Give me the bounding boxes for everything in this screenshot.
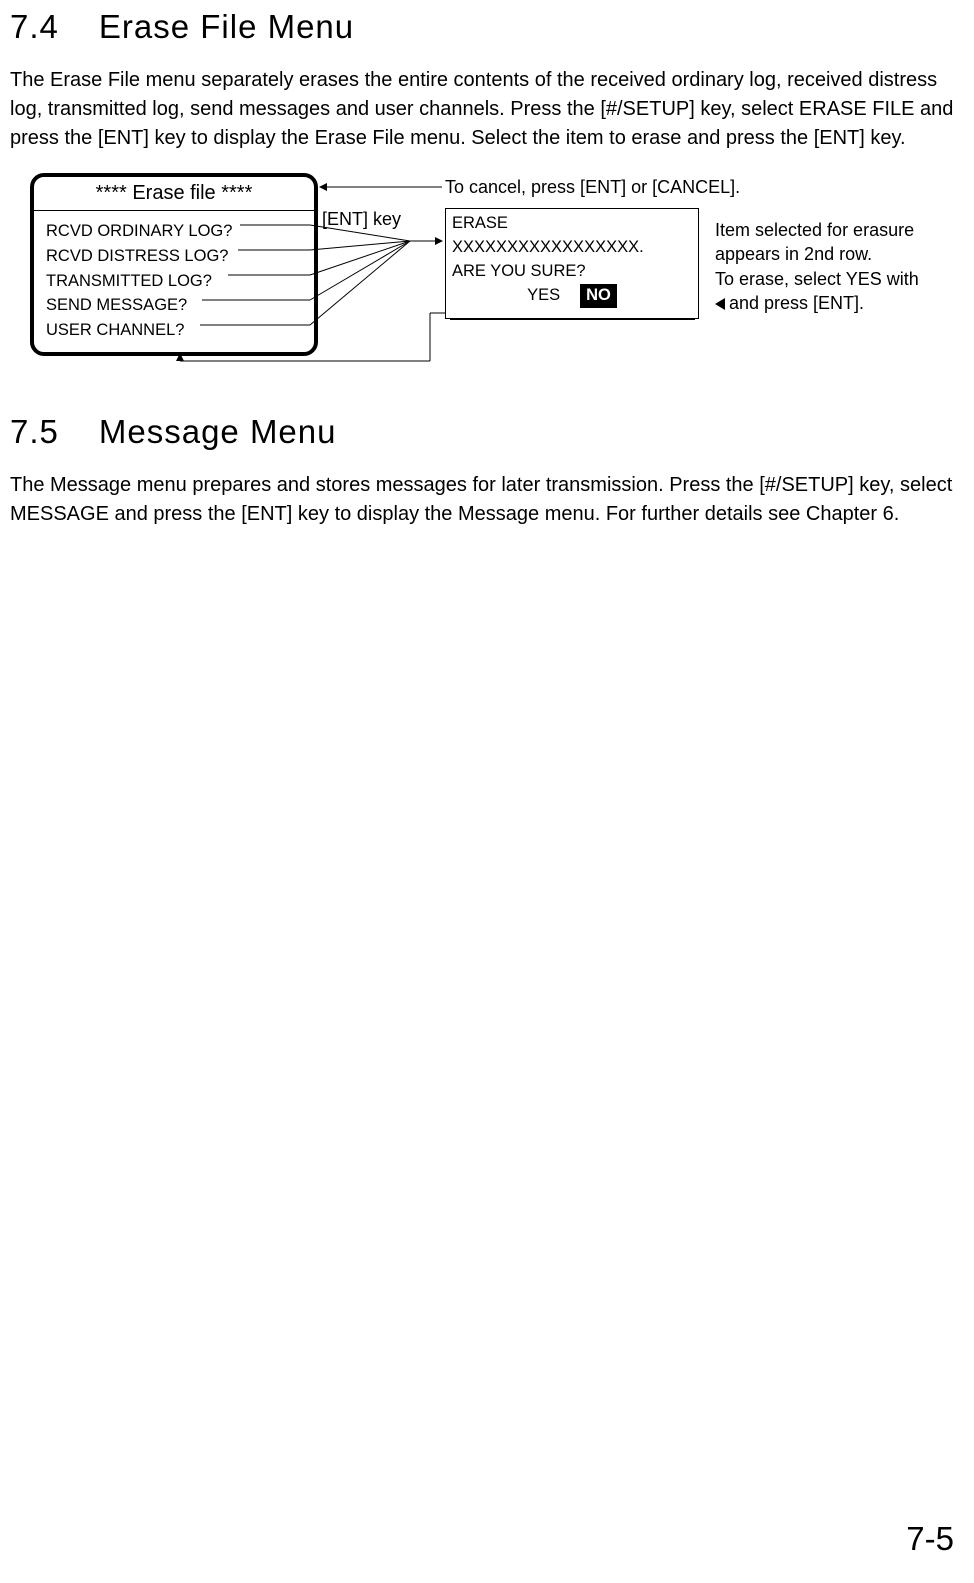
erase-file-menu-title: **** Erase file **** [34,177,314,211]
list-item: RCVD ORDINARY LOG? [46,219,302,244]
yes-option: YES [527,284,560,308]
side-instructions: Item selected for erasure appears in 2nd… [715,218,974,315]
section-7-5-body: The Message menu prepares and stores mes… [10,471,964,529]
section-number: 7.5 [10,413,59,451]
list-item: RCVD DISTRESS LOG? [46,244,302,269]
section-title: Message Menu [99,413,337,450]
section-7-4-body: The Erase File menu separately erases th… [10,66,964,153]
confirm-line2: XXXXXXXXXXXXXXXXX. [452,236,692,260]
erase-file-menu-items: RCVD ORDINARY LOG? RCVD DISTRESS LOG? TR… [34,211,314,351]
left-arrow-icon [715,298,725,310]
list-item: SEND MESSAGE? [46,293,302,318]
no-option: NO [580,284,617,308]
erase-file-diagram: **** Erase file **** RCVD ORDINARY LOG? … [10,173,964,373]
section-heading-7-4: 7.4 Erase File Menu [10,8,964,46]
section-title: Erase File Menu [99,8,354,45]
cancel-instruction: To cancel, press [ENT] or [CANCEL]. [445,177,740,198]
side-line2: To erase, select YES with [715,269,919,289]
section-number: 7.4 [10,8,59,46]
confirm-dialog: ERASE XXXXXXXXXXXXXXXXX. ARE YOU SURE? Y… [445,208,699,319]
confirm-line3: ARE YOU SURE? [452,260,692,284]
page-number: 7-5 [906,1520,954,1558]
confirm-options: YES NO [452,284,692,308]
list-item: TRANSMITTED LOG? [46,269,302,294]
erase-file-menu-box: **** Erase file **** RCVD ORDINARY LOG? … [30,173,318,356]
side-line3: and press [ENT]. [729,293,864,313]
confirm-line1: ERASE [452,212,692,236]
ent-key-label: [ENT] key [322,209,401,230]
side-line1: Item selected for erasure appears in 2nd… [715,220,914,264]
list-item: USER CHANNEL? [46,318,302,343]
section-heading-7-5: 7.5 Message Menu [10,413,964,451]
